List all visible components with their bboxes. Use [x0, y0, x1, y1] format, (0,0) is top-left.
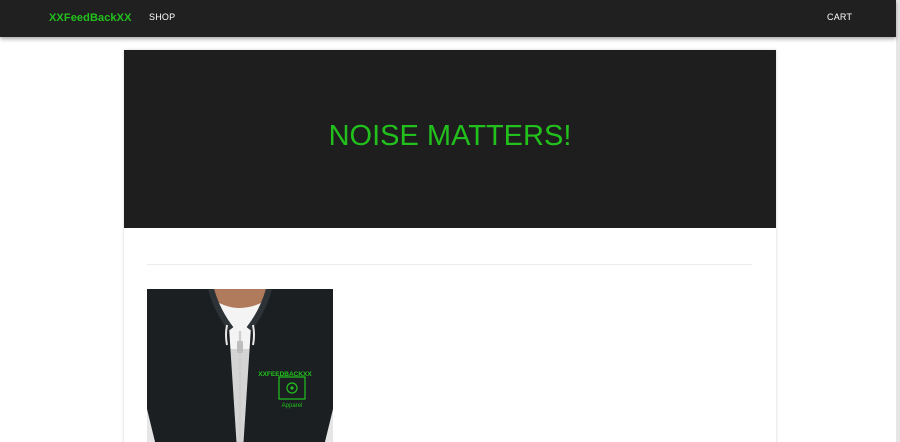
hoodie-logo-subtext: Apparel [282, 403, 303, 409]
hoodie-logo-text: XXFEEDBACKXX [258, 371, 312, 378]
hero-banner: NOISE MATTERS! [124, 50, 776, 228]
page: XXFeedBackXX SHOP CART NOISE MATTERS! XX… [0, 0, 900, 442]
product-thumbnail-hoodie[interactable]: XXFEEDBACKXX Apparel [147, 289, 333, 442]
nav-cart-link[interactable]: CART [827, 12, 852, 22]
hero-title: NOISE MATTERS! [328, 120, 572, 152]
brand-logo-link[interactable]: XXFeedBackXX [49, 12, 132, 24]
section-divider [147, 264, 752, 265]
page-scrollbar[interactable] [896, 0, 900, 442]
hoodie-image: XXFEEDBACKXX Apparel [147, 289, 333, 442]
content-card: NOISE MATTERS! XXFEEDBACKXX Apparel [124, 50, 776, 442]
nav-shop-link[interactable]: SHOP [149, 12, 175, 22]
top-navbar: XXFeedBackXX SHOP CART [0, 0, 896, 37]
